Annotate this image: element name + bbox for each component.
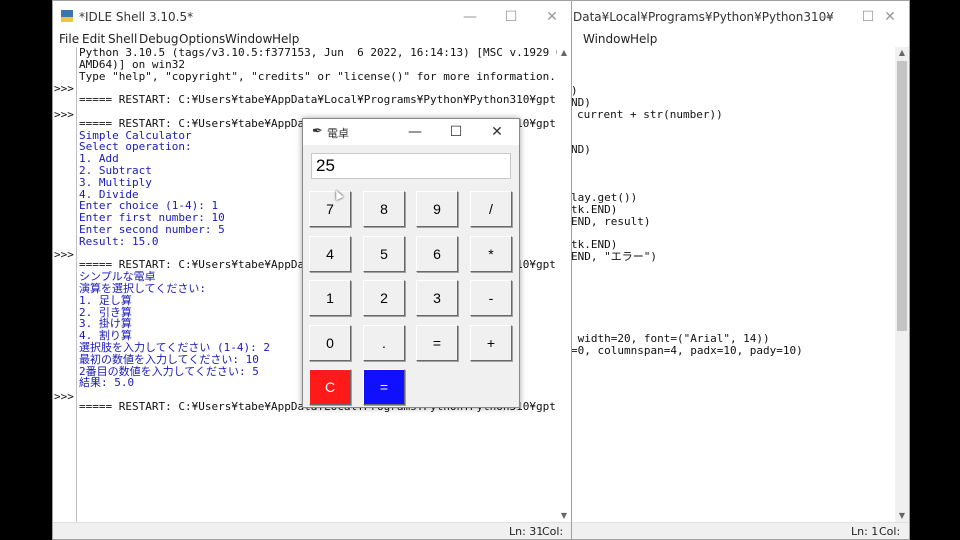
editor-code-line: END, result) [571,215,651,228]
editor-code-line: END, "エラー") [571,250,657,263]
calculator-title: 電卓 [327,127,349,140]
editor-status-ln: Ln: 1 [851,525,879,538]
menu-help[interactable]: Help [630,32,657,46]
minimize-icon[interactable]: — [805,1,847,33]
shell-menubar: File Edit Shell Debug Options Window Hel… [53,31,571,47]
minimize-icon[interactable]: — [395,119,435,145]
editor-scrollbar[interactable]: ▲ ▼ [895,47,909,522]
shell-statusbar: Ln: 31 Col: 0 [53,522,571,539]
shell-line: AMD64)] on win32 [79,57,185,71]
key-subtract-button[interactable]: - [470,280,512,316]
python-icon [61,10,73,22]
key-digit-1-button[interactable]: 1 [309,280,351,316]
editor-statusbar: Ln: 1 Col: 0 [557,522,909,539]
feather-icon: ✒ [312,124,323,139]
shell-line: 最初の数値を入力してください: 10 [79,352,259,366]
editor-titlebar: Data¥Local¥Programs¥Python¥Python310¥ — … [557,1,909,33]
editor-scroll-thumb[interactable] [897,61,907,331]
editor-code-line: current + str(number)) [577,108,723,121]
menu-shell[interactable]: Shell [108,32,137,46]
prompt: >>> [54,248,74,261]
shell-line: Type "help", "copyright", "credits" or "… [79,69,556,83]
key-digit-6-button[interactable]: 6 [416,236,458,272]
menu-debug[interactable]: Debug [139,32,178,46]
calculator-display[interactable]: 25 [311,153,511,179]
shell-status-ln: Ln: 31 [509,525,544,538]
key-divide-button[interactable]: / [470,191,512,227]
maximize-icon[interactable]: ☐ [436,119,476,145]
shell-title: *IDLE Shell 3.10.5* [79,10,194,24]
key-multiply-button[interactable]: * [470,236,512,272]
menu-help[interactable]: Help [272,32,299,46]
key-equals-alt-button[interactable]: = [363,369,405,405]
minimize-icon[interactable]: — [449,1,491,33]
close-icon[interactable]: ✕ [869,1,909,33]
scroll-down-icon[interactable]: ▼ [895,510,909,522]
prompt: >>> [54,82,74,95]
calculator-titlebar: ✒ 電卓 — ☐ ✕ [303,119,519,145]
maximize-icon[interactable]: ☐ [490,1,532,33]
key-digit-9-button[interactable]: 9 [416,191,458,227]
key-digit-4-button[interactable]: 4 [309,236,351,272]
shell-line: Result: 15.0 [79,234,159,248]
key-digit-8-button[interactable]: 8 [363,191,405,227]
shell-line: 1. 足し算 [79,293,132,307]
menu-window[interactable]: Window [225,32,272,46]
close-icon[interactable]: ✕ [477,119,517,145]
editor-code-area[interactable]: ) ND) current + str(number)) ND) lay.get()) t… [571,47,895,522]
shell-status-col: Col: 0 [542,525,564,539]
editor-code-line: =0, columnspan=4, padx=10, pady=10) [571,344,803,357]
menu-window[interactable]: Window [583,32,630,46]
key-add-button[interactable]: + [470,325,512,361]
calculator-window: ✒ 電卓 — ☐ ✕ 25 7 8 9 / 4 5 6 * 1 2 3- 0. = + C = [302,118,520,408]
key-equals-button[interactable]: = [416,325,458,361]
menu-file[interactable]: File [59,32,79,46]
shell-line: 結果: 5.0 [79,376,135,390]
shell-line: ===== RESTART: C:¥Users¥tabe¥AppData¥Loc… [79,93,557,107]
menu-options[interactable]: Options [179,32,225,46]
editor-menubar: Window Help [557,31,909,47]
editor-status-col: Col: 0 [879,525,901,539]
editor-path: Data¥Local¥Programs¥Python¥Python310¥ [573,10,834,24]
scroll-up-icon[interactable]: ▲ [895,47,909,59]
key-digit-7-button[interactable]: 7 [309,191,351,227]
key-digit-0-button[interactable]: 0 [309,325,351,361]
key-decimal-button[interactable]: . [363,325,405,361]
shell-line: 3. Multiply [79,175,152,189]
key-digit-2-button[interactable]: 2 [363,280,405,316]
shell-scrollbar[interactable]: ▲ ▼ [557,47,571,522]
menu-edit[interactable]: Edit [82,32,105,46]
shell-titlebar: *IDLE Shell 3.10.5* — ☐ ✕ [53,1,571,33]
editor-code-line: ND) [571,143,591,156]
key-digit-5-button[interactable]: 5 [363,236,405,272]
close-icon[interactable]: ✕ [531,1,571,33]
scroll-down-icon[interactable]: ▼ [557,510,571,522]
prompt: >>> [54,108,74,121]
prompt: >>> [54,390,74,403]
scroll-up-icon[interactable]: ▲ [557,47,571,59]
editor-window: Data¥Local¥Programs¥Python¥Python310¥ — … [556,0,910,540]
key-digit-3-button[interactable]: 3 [416,280,458,316]
key-clear-button[interactable]: C [309,369,351,405]
